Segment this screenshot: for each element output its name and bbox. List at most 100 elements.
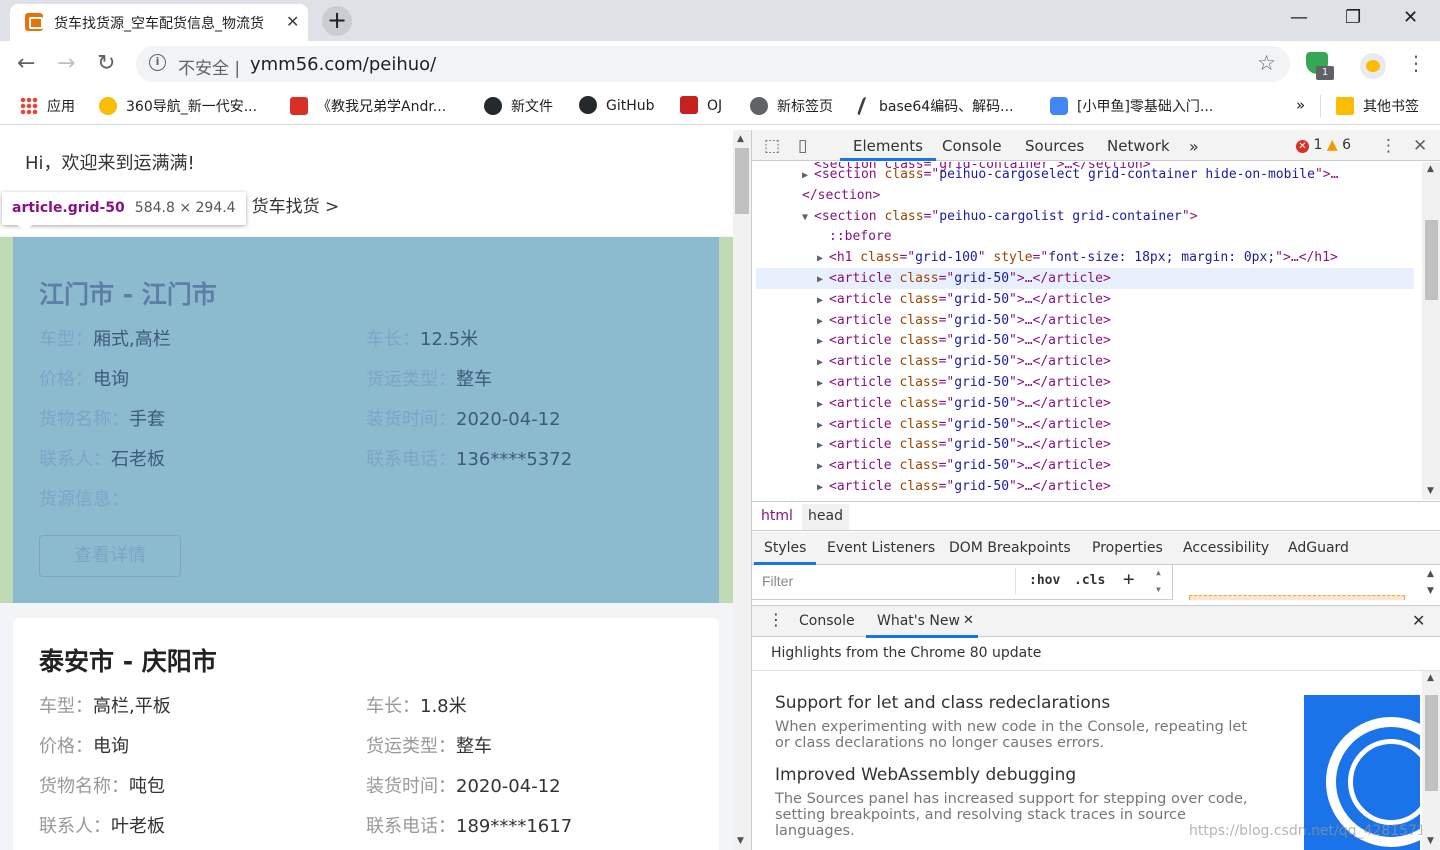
dom-node-line[interactable]: ▶ <article class="grid-50">…</article> xyxy=(752,476,1111,497)
class-toggle[interactable]: .cls xyxy=(1074,573,1105,588)
url-text[interactable]: ymm56.com/peihuo/ xyxy=(250,54,436,75)
dom-node-line[interactable]: ::before xyxy=(752,226,892,247)
whats-new-item-title[interactable]: Support for let and class redeclarations xyxy=(775,693,1110,713)
scroll-up-icon[interactable]: ▲ xyxy=(1156,568,1161,577)
dom-node-line[interactable]: ▶ <article class="grid-50">…</article> xyxy=(752,414,1111,435)
security-label[interactable]: 不安全 | xyxy=(178,54,240,79)
expand-triangle-icon[interactable]: ▶ xyxy=(817,456,829,477)
expand-triangle-icon[interactable]: ▶ xyxy=(817,248,829,269)
subtab-styles[interactable]: Styles xyxy=(764,540,806,556)
subtab-accessibility[interactable]: Accessibility xyxy=(1183,540,1269,556)
bookmark-new-file[interactable]: 新文件 xyxy=(484,96,553,116)
subtab-adguard[interactable]: AdGuard xyxy=(1288,540,1349,556)
maximize-icon[interactable]: ❐ xyxy=(1345,7,1361,28)
new-tab-button[interactable]: + xyxy=(322,6,352,36)
bookmark-360[interactable]: 360导航_新一代安... xyxy=(99,96,257,116)
scroll-down-icon[interactable]: ▼ xyxy=(1156,585,1161,594)
dom-node-line[interactable]: ▶ <article class="grid-50">…</article> xyxy=(752,289,1111,310)
dom-node-line[interactable]: ▼ <section class="peihuo-cargolist grid-c… xyxy=(752,206,1198,227)
whats-new-item-title[interactable]: Improved WebAssembly debugging xyxy=(775,765,1076,785)
breadcrumb-head[interactable]: head xyxy=(802,504,849,530)
scroll-up-icon[interactable]: ▲ xyxy=(1427,673,1434,683)
breadcrumb[interactable]: > 货车找货 > xyxy=(232,192,339,217)
expand-triangle-icon[interactable]: ▶ xyxy=(817,415,829,436)
styles-filter-input[interactable] xyxy=(754,568,1016,594)
expand-triangle-icon[interactable]: ▶ xyxy=(817,311,829,332)
expand-triangle-icon[interactable]: ▶ xyxy=(817,373,829,394)
expand-triangle-icon[interactable]: ▶ xyxy=(817,290,829,311)
tab-network[interactable]: Network xyxy=(1107,137,1170,155)
cargo-card[interactable]: 泰安市 - 庆阳市 车型：高栏,平板 车长：1.8米 价格：电询 货运类型：整车… xyxy=(13,618,719,850)
forward-icon[interactable]: → xyxy=(57,51,75,76)
bookmark-github[interactable]: GitHub xyxy=(579,96,655,114)
dom-node-line[interactable]: </section> xyxy=(752,185,880,206)
bookmark-star-icon[interactable]: ☆ xyxy=(1257,51,1276,75)
whats-new-scrollbar[interactable]: ▲ ▼ xyxy=(1422,671,1440,850)
dom-node-line[interactable]: ▶ <article class="grid-50">…</article> xyxy=(752,393,1111,414)
reload-icon[interactable]: ↻ xyxy=(97,51,115,76)
scrollbar-thumb[interactable] xyxy=(1425,220,1438,300)
close-whats-new-icon[interactable]: ✕ xyxy=(963,613,974,628)
chrome-menu-icon[interactable]: ⋮ xyxy=(1406,51,1426,75)
bookmark-xiaojiayu[interactable]: [小甲鱼]零基础入门... xyxy=(1050,96,1213,116)
expand-triangle-icon[interactable]: ▶ xyxy=(817,352,829,373)
scroll-down-icon[interactable]: ▼ xyxy=(737,836,744,846)
dom-node-line[interactable]: ▶ <article class="grid-50">…</article> xyxy=(752,330,1111,351)
device-toolbar-icon[interactable]: ▯ xyxy=(798,136,807,156)
address-bar[interactable]: i 不安全 | ymm56.com/peihuo/ ☆ xyxy=(136,46,1290,82)
page-scrollbar[interactable]: ▲ ▼ xyxy=(733,130,751,850)
browser-tab[interactable]: 货车找货源_空车配货信息_物流货 ✕ xyxy=(10,4,308,41)
bookmark-android[interactable]: 《教我兄弟学Andr... xyxy=(290,96,446,116)
scroll-down-icon[interactable]: ▼ xyxy=(1427,486,1434,496)
dom-node-line[interactable]: ▶ <section class="peihuo-cargoselect grid… xyxy=(752,164,1338,185)
expand-triangle-icon[interactable]: ▶ xyxy=(802,165,814,186)
back-icon[interactable]: ← xyxy=(17,51,35,76)
tab-sources[interactable]: Sources xyxy=(1025,137,1084,155)
other-bookmarks[interactable]: 其他书签 xyxy=(1336,96,1419,116)
scrollbar-thumb[interactable] xyxy=(1425,695,1438,791)
minimize-icon[interactable]: — xyxy=(1290,7,1308,28)
inspect-element-icon[interactable]: ⬚ xyxy=(764,136,780,156)
dom-node-line[interactable]: ▶ <article class="grid-50">…</article> xyxy=(752,310,1111,331)
scroll-down-icon[interactable]: ▼ xyxy=(1427,586,1434,596)
devtools-menu-icon[interactable]: ⋮ xyxy=(1380,136,1397,156)
dom-node-line[interactable]: ▶ <article class="grid-50">…</article> xyxy=(756,268,1414,289)
dom-node-line[interactable]: ▶ <article class="grid-50">…</article> xyxy=(752,372,1111,393)
scrollbar-thumb[interactable] xyxy=(735,148,749,214)
dom-node-line[interactable]: ▶ <article class="grid-50">…</article> xyxy=(752,351,1111,372)
bookmarks-overflow-chevron[interactable]: » xyxy=(1296,96,1305,114)
scroll-up-icon[interactable]: ▲ xyxy=(1427,569,1434,579)
more-tabs-chevron[interactable]: » xyxy=(1189,137,1199,156)
new-style-rule-icon[interactable]: + xyxy=(1123,568,1134,590)
expand-triangle-icon[interactable]: ▶ xyxy=(817,331,829,352)
bookmark-oj[interactable]: OJ xyxy=(680,96,722,114)
error-warning-counter[interactable]: ✕ 1 ▲ 6 xyxy=(1296,137,1351,153)
close-devtools-icon[interactable]: ✕ xyxy=(1413,136,1427,156)
drawer-menu-icon[interactable]: ⋮ xyxy=(768,610,784,629)
profile-avatar[interactable] xyxy=(1360,53,1386,79)
dom-node-line[interactable]: ▶ <h1 class="grid-100" style="font-size: … xyxy=(752,247,1338,268)
scroll-up-icon[interactable]: ▲ xyxy=(1427,164,1434,174)
subtab-properties[interactable]: Properties xyxy=(1092,540,1163,556)
view-details-button[interactable]: 查看详情 xyxy=(39,535,181,577)
expand-triangle-icon[interactable]: ▶ xyxy=(817,269,829,290)
tab-console[interactable]: Console xyxy=(942,137,1002,155)
scroll-down-icon[interactable]: ▼ xyxy=(1427,836,1434,846)
bookmark-base64[interactable]: base64编码、解码... xyxy=(856,96,1014,116)
bookmark-apps[interactable]: 应用 xyxy=(20,96,75,116)
collapse-triangle-icon[interactable]: ▼ xyxy=(802,207,814,228)
subtab-event-listeners[interactable]: Event Listeners xyxy=(827,540,935,556)
bookmark-newtab[interactable]: 新标签页 xyxy=(750,96,833,116)
close-window-icon[interactable]: ✕ xyxy=(1403,7,1418,28)
close-tab-icon[interactable]: ✕ xyxy=(286,12,299,31)
drawer-tab-whats-new[interactable]: What's New xyxy=(877,613,960,629)
drawer-tab-console[interactable]: Console xyxy=(799,613,855,629)
dom-scrollbar[interactable]: ▲ ▼ xyxy=(1422,162,1440,500)
expand-triangle-icon[interactable]: ▶ xyxy=(817,435,829,456)
hover-state-toggle[interactable]: :hov xyxy=(1029,573,1060,588)
info-icon[interactable]: i xyxy=(149,54,166,71)
breadcrumb-html[interactable]: html xyxy=(761,508,793,524)
close-drawer-icon[interactable]: ✕ xyxy=(1412,611,1425,630)
expand-triangle-icon[interactable]: ▶ xyxy=(817,477,829,498)
expand-triangle-icon[interactable]: ▶ xyxy=(817,394,829,415)
